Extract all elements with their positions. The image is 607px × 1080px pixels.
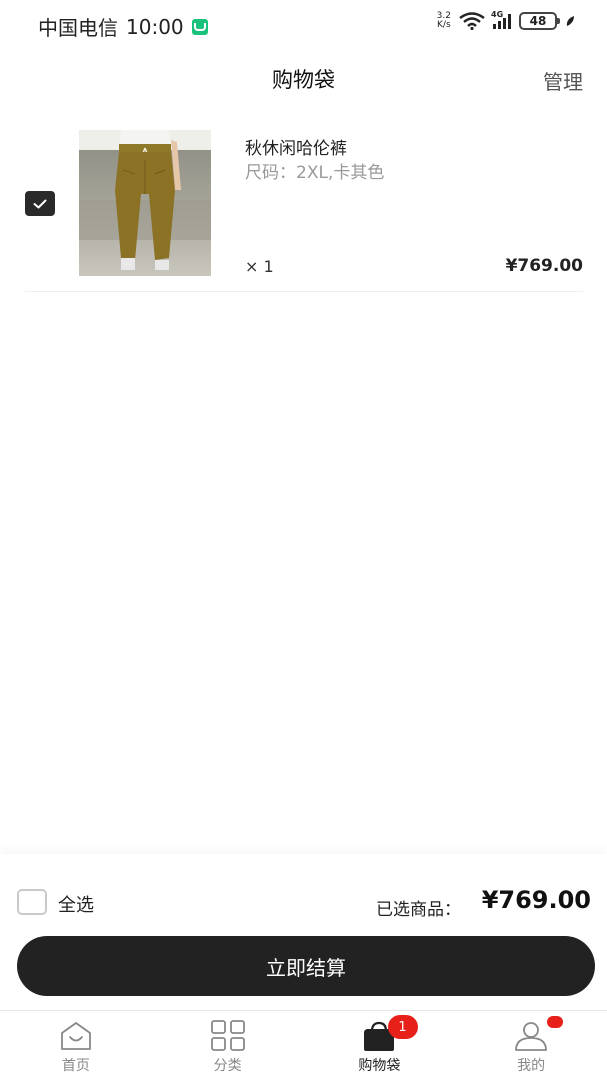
item-checkbox[interactable] bbox=[25, 191, 55, 216]
battery-icon: 48 bbox=[519, 12, 560, 30]
total-price: ¥769.00 bbox=[481, 886, 591, 914]
status-bar: 中国电信 10:00 3.2 K/s 4G 48 bbox=[0, 0, 607, 48]
home-icon bbox=[60, 1022, 91, 1050]
tab-bag-label: 购物袋 bbox=[358, 1058, 401, 1074]
grid-icon bbox=[210, 1020, 245, 1051]
tab-home[interactable]: 首页 bbox=[0, 1011, 152, 1080]
user-icon bbox=[515, 1022, 548, 1051]
notification-dot bbox=[547, 1016, 564, 1028]
checkout-summary: 全选 已选商品： ¥769.00 立即结算 bbox=[0, 854, 607, 1010]
check-icon bbox=[33, 199, 47, 208]
tab-category-label: 分类 bbox=[213, 1058, 242, 1074]
product-price: ¥769.00 bbox=[505, 256, 583, 276]
product-image[interactable] bbox=[79, 130, 211, 276]
tab-bag[interactable]: 1 购物袋 bbox=[304, 1011, 456, 1080]
battery-level: 48 bbox=[529, 14, 547, 28]
leaf-icon bbox=[566, 16, 574, 26]
clock: 10:00 bbox=[126, 14, 184, 39]
tab-category[interactable]: 分类 bbox=[152, 1011, 304, 1080]
select-all-label[interactable]: 全选 bbox=[58, 891, 94, 917]
product-quantity: × 1 bbox=[245, 257, 274, 276]
select-all-checkbox[interactable] bbox=[17, 889, 47, 915]
manage-button[interactable]: 管理 bbox=[543, 66, 583, 95]
cart-badge: 1 bbox=[387, 1015, 418, 1039]
tab-bar: 首页 分类 1 购物袋 我的 bbox=[0, 1010, 607, 1080]
cart-item[interactable]: 秋休闲哈伦裤 尺码：2XL,卡其色 × 1 ¥769.00 bbox=[25, 112, 583, 292]
header: 购物袋 管理 bbox=[0, 52, 607, 104]
tab-home-label: 首页 bbox=[61, 1058, 90, 1074]
selected-items-label: 已选商品： bbox=[376, 900, 461, 920]
signal-icon: 4G bbox=[491, 10, 511, 29]
network-type: 4G bbox=[491, 10, 504, 19]
checkout-label: 立即结算 bbox=[266, 955, 346, 980]
carrier-label: 中国电信 bbox=[38, 16, 118, 40]
product-spec: 尺码：2XL,卡其色 bbox=[245, 163, 385, 183]
net-speed: 3.2 K/s bbox=[437, 12, 451, 30]
tab-profile-label: 我的 bbox=[517, 1058, 546, 1074]
checkout-button[interactable]: 立即结算 bbox=[17, 936, 595, 996]
wifi-icon bbox=[459, 12, 485, 30]
product-name[interactable]: 秋休闲哈伦裤 bbox=[245, 134, 347, 159]
tab-profile[interactable]: 我的 bbox=[455, 1011, 607, 1080]
net-speed-unit: K/s bbox=[437, 20, 451, 30]
app-notification-icon bbox=[191, 18, 208, 35]
page-title: 购物袋 bbox=[272, 68, 335, 92]
